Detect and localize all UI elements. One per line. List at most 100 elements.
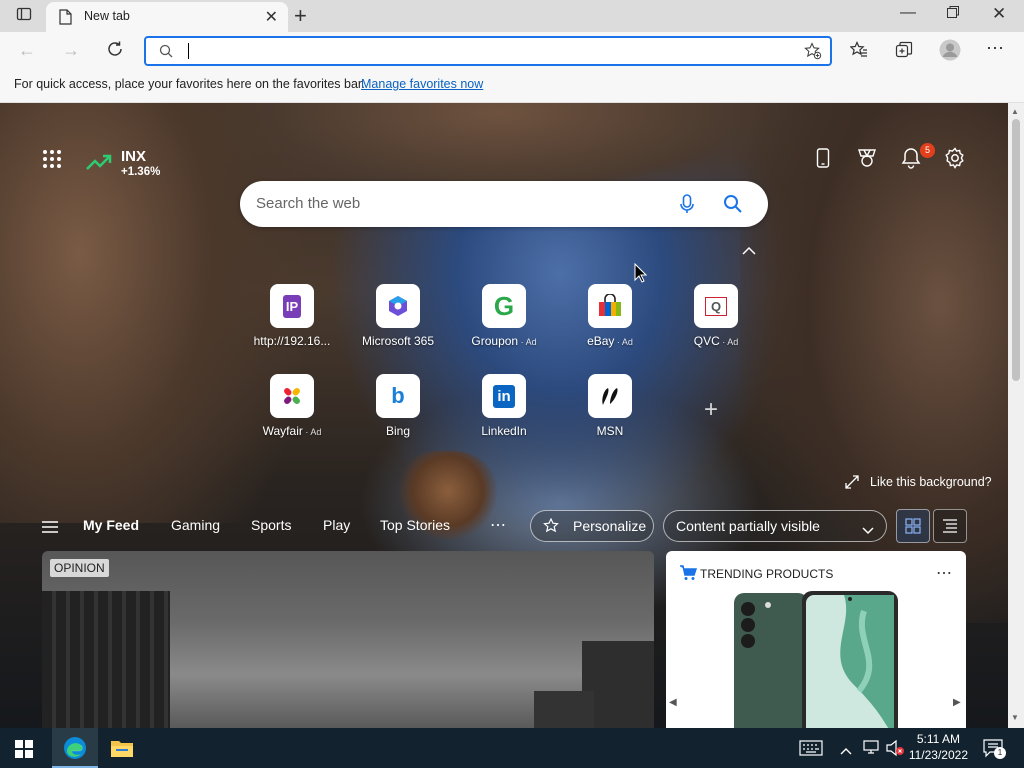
action-center-icon[interactable]: 1 <box>982 738 1006 763</box>
more-tabs-icon[interactable]: ⋯ <box>490 515 506 535</box>
tab-new-tab[interactable]: New tab ✕ <box>46 2 288 32</box>
opinion-article-card[interactable]: OPINION <box>42 551 654 728</box>
stock-change: +1.36% <box>121 166 161 178</box>
quick-link-ip[interactable]: IP http://192.16... <box>242 284 342 348</box>
taskbar: 5:11 AM 11/23/2022 1 <box>0 728 1024 768</box>
address-bar[interactable] <box>144 36 832 66</box>
trending-products-title: TRENDING PRODUCTS <box>700 567 834 581</box>
card-more-icon[interactable]: ⋯ <box>936 563 952 583</box>
ad-label: · Ad <box>719 337 739 347</box>
stock-symbol: INX <box>121 148 147 165</box>
page-icon <box>59 9 72 30</box>
search-placeholder: Search the web <box>256 195 361 212</box>
trending-products-card[interactable]: TRENDING PRODUCTS ⋯ ◀ ▶ <box>666 551 966 728</box>
text-cursor <box>188 43 189 59</box>
quick-link-label: Bing <box>385 424 411 438</box>
refresh-button[interactable] <box>106 40 124 63</box>
ip-icon: IP <box>270 284 314 328</box>
phone-icon[interactable] <box>816 148 830 173</box>
ad-label: · Ad <box>614 337 633 347</box>
msn-icon <box>588 374 632 418</box>
notifications-bell-icon[interactable]: 5 <box>900 143 935 174</box>
tab-top-stories[interactable]: Top Stories <box>380 517 450 533</box>
quick-link-qvc[interactable]: Q QVC · Ad <box>666 284 766 348</box>
keyboard-layout-icon[interactable] <box>799 740 823 761</box>
carousel-next-icon[interactable]: ▶ <box>953 697 961 708</box>
list-view-icon <box>943 519 957 533</box>
rewards-icon[interactable] <box>857 148 877 173</box>
quick-link-label: Microsoft 365 <box>361 334 435 348</box>
profile-avatar[interactable] <box>939 39 961 66</box>
tab-play[interactable]: Play <box>323 517 350 533</box>
quick-link-msn[interactable]: MSN <box>560 374 660 438</box>
grid-view-button[interactable] <box>896 509 930 543</box>
expand-icon <box>845 475 859 494</box>
network-icon[interactable] <box>862 739 880 760</box>
quick-link-label: LinkedIn <box>481 424 527 438</box>
microsoft-365-icon <box>376 284 420 328</box>
stock-widget[interactable]: INX +1.36% <box>86 147 176 183</box>
shopping-cart-icon <box>679 565 698 586</box>
tab-sports[interactable]: Sports <box>251 517 291 533</box>
clock-time: 5:11 AM <box>916 732 960 746</box>
scrollbar-thumb[interactable] <box>1012 119 1020 381</box>
more-menu-icon[interactable]: ⋯ <box>986 38 1005 59</box>
quick-link-label: MSN <box>596 424 624 438</box>
scroll-up-icon[interactable]: ▲ <box>1011 107 1019 116</box>
content-visibility-label: Content partially visible <box>676 518 820 534</box>
quick-link-bing[interactable]: b Bing <box>348 374 448 438</box>
windows-start-icon[interactable] <box>15 740 33 763</box>
scroll-down-icon[interactable]: ▼ <box>1011 713 1019 722</box>
web-search-box[interactable]: Search the web <box>240 181 768 227</box>
quick-link-label: QVC <box>693 334 720 348</box>
quick-link-label: Groupon <box>471 334 519 348</box>
tab-title: New tab <box>84 9 130 23</box>
tab-gaming[interactable]: Gaming <box>171 517 220 533</box>
tab-actions-icon[interactable] <box>14 6 34 26</box>
edge-taskbar-icon[interactable] <box>52 728 98 768</box>
favorites-bar-message: For quick access, place your favorites h… <box>14 77 365 91</box>
system-clock[interactable]: 5:11 AM 11/23/2022 <box>909 731 968 763</box>
quick-link-linkedin[interactable]: in LinkedIn <box>454 374 554 438</box>
personalize-button[interactable]: Personalize <box>530 510 654 542</box>
article-image-building <box>534 691 594 728</box>
page-scrollbar[interactable]: ▲ ▼ <box>1008 103 1024 728</box>
tab-my-feed[interactable]: My Feed <box>83 517 139 533</box>
favorites-icon[interactable] <box>849 41 868 64</box>
show-hidden-icons-chevron-icon[interactable] <box>840 742 852 760</box>
minimize-button[interactable]: — <box>900 4 916 22</box>
list-view-button[interactable] <box>933 509 967 543</box>
apps-launcher-icon[interactable] <box>42 149 62 174</box>
close-tab-icon[interactable]: ✕ <box>265 7 278 27</box>
add-quick-link-icon[interactable]: + <box>704 396 718 424</box>
carousel-prev-icon[interactable]: ◀ <box>669 697 677 708</box>
volume-muted-icon[interactable] <box>885 739 905 762</box>
notification-badge: 5 <box>920 143 935 158</box>
settings-gear-icon[interactable] <box>944 147 966 174</box>
personalize-label: Personalize <box>573 518 647 534</box>
file-explorer-taskbar-icon[interactable] <box>110 738 134 763</box>
forward-button[interactable]: → <box>62 40 80 61</box>
back-button[interactable]: ← <box>18 40 36 61</box>
manage-favorites-link[interactable]: Manage favorites now <box>361 77 483 91</box>
quick-link-wayfair[interactable]: Wayfair · Ad <box>242 374 342 438</box>
trend-up-icon <box>86 153 112 176</box>
favorites-bar: For quick access, place your favorites h… <box>0 70 1024 103</box>
collapse-chevron-icon[interactable] <box>742 243 756 261</box>
quick-link-groupon[interactable]: G Groupon · Ad <box>454 284 554 348</box>
restore-button[interactable] <box>946 5 960 24</box>
content-visibility-dropdown[interactable]: Content partially visible <box>663 510 887 542</box>
quick-link-ebay[interactable]: eBay · Ad <box>560 284 660 348</box>
phone-product-image <box>734 591 898 728</box>
clock-date: 11/23/2022 <box>908 748 968 762</box>
menu-hamburger-icon[interactable] <box>41 520 59 539</box>
collections-icon[interactable] <box>895 41 913 64</box>
new-tab-button[interactable]: + <box>294 3 307 29</box>
close-window-button[interactable]: ✕ <box>992 4 1006 24</box>
microphone-icon[interactable] <box>680 194 694 219</box>
add-favorite-icon[interactable] <box>804 42 822 65</box>
quick-link-microsoft-365[interactable]: Microsoft 365 <box>348 284 448 348</box>
search-icon[interactable] <box>723 194 743 219</box>
bing-icon: b <box>376 374 420 418</box>
quick-link-label: eBay <box>587 334 615 348</box>
